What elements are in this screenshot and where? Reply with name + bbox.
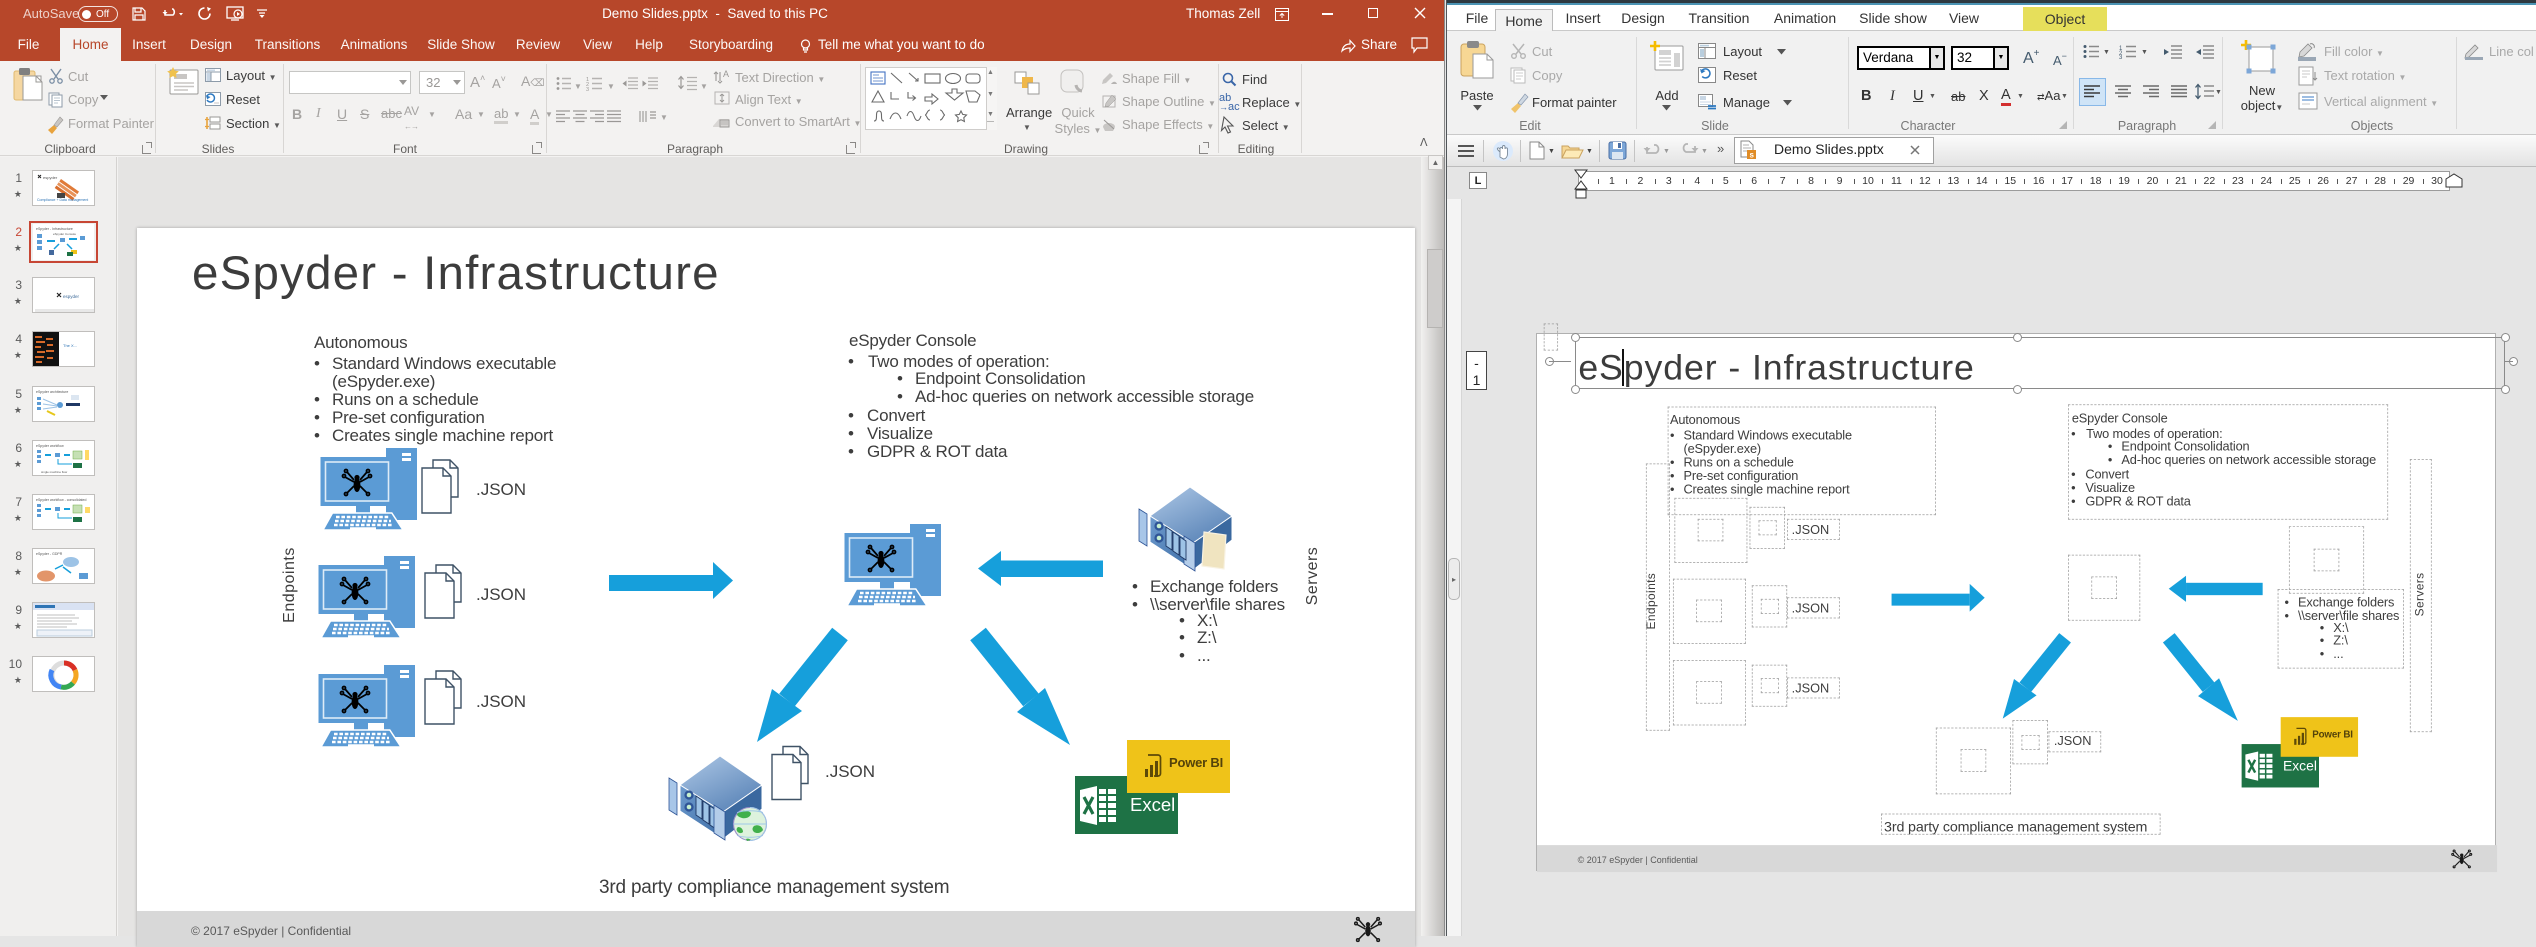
svg-text:A: A bbox=[723, 69, 729, 79]
svg-text:espyder: espyder bbox=[63, 294, 80, 299]
svg-text:3: 3 bbox=[2119, 55, 2123, 61]
svg-text:s: s bbox=[1750, 151, 1755, 160]
svg-text:eSpyder architecture: eSpyder architecture bbox=[36, 390, 68, 394]
svg-text:eSpyder - Infrastructure: eSpyder - Infrastructure bbox=[36, 227, 73, 231]
svg-text:Compliance + Data management: Compliance + Data management bbox=[37, 198, 88, 202]
svg-text:espyder: espyder bbox=[43, 175, 58, 180]
svg-text:3: 3 bbox=[586, 87, 589, 93]
svg-text:eSpyder Console: eSpyder Console bbox=[53, 232, 76, 236]
svg-text:eSpyder - GDPR: eSpyder - GDPR bbox=[36, 552, 63, 556]
svg-text:eSpyder workflow: eSpyder workflow bbox=[36, 444, 64, 448]
svg-text:eSpyder workflow - consolidate: eSpyder workflow - consolidated bbox=[36, 498, 86, 502]
svg-text:single machine flow: single machine flow bbox=[41, 470, 68, 474]
svg-text:The X...: The X... bbox=[63, 343, 77, 348]
